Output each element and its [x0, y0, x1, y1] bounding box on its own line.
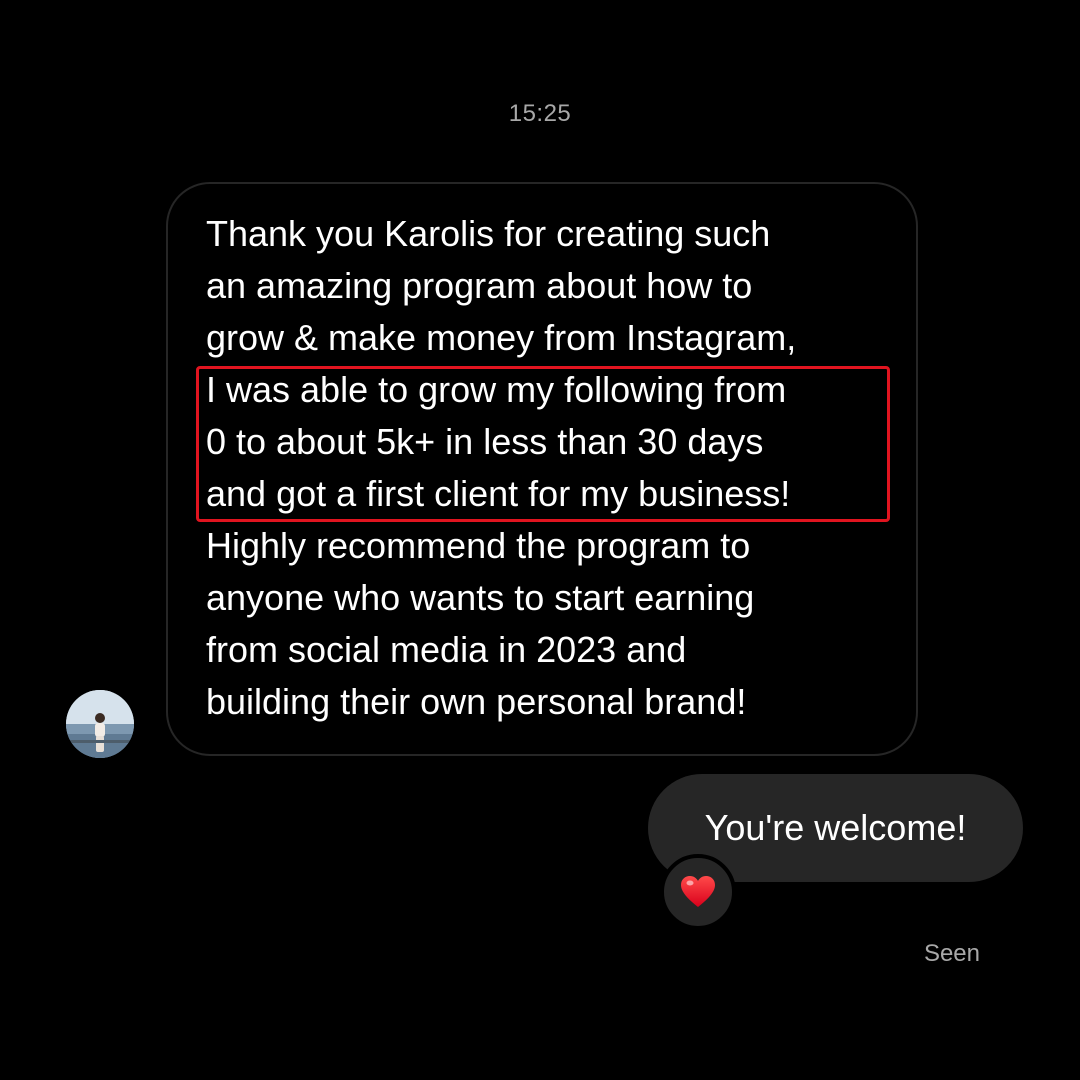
highlight-box [196, 366, 890, 522]
message-line: anyone who wants to start earning [206, 577, 755, 618]
message-line: grow & make money from Instagram, [206, 317, 797, 358]
avatar[interactable] [66, 690, 134, 758]
timestamp: 15:25 [508, 100, 572, 127]
message-line: from social media in 2023 and [206, 629, 687, 670]
reaction-badge[interactable] [660, 854, 736, 930]
avatar-photo [66, 690, 134, 758]
heart-icon [681, 876, 715, 907]
seen-status: Seen [923, 940, 980, 967]
message-line: building their own personal brand! [206, 681, 747, 722]
message-line: Highly recommend the program to [206, 525, 751, 566]
message-line: Thank you Karolis for creating such [206, 213, 771, 254]
message-line: an amazing program about how to [206, 265, 753, 306]
